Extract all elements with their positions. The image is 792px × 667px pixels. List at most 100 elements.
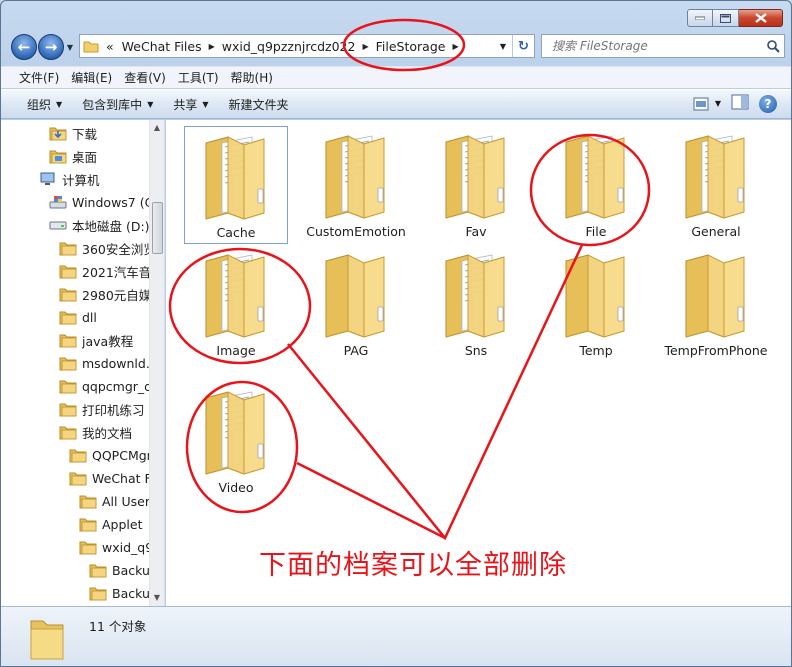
organize-label: 组织 bbox=[27, 97, 52, 112]
chevron-down-icon: ▼ bbox=[147, 99, 154, 109]
tree-item-label: QQPCMgr bbox=[92, 447, 152, 463]
breadcrumb-filestorage[interactable]: FileStorage bbox=[372, 35, 450, 57]
maximize-button[interactable] bbox=[713, 9, 739, 27]
tree-item[interactable]: 打印机练习 bbox=[59, 399, 145, 419]
folder-icon bbox=[59, 332, 77, 348]
search-box[interactable] bbox=[541, 34, 785, 58]
tree-item[interactable]: 计算机 bbox=[39, 169, 100, 189]
drive-icon bbox=[49, 217, 67, 233]
back-button[interactable]: ← bbox=[11, 34, 37, 60]
folder-icon bbox=[59, 263, 77, 279]
tree-item[interactable]: 360安全浏览 bbox=[59, 238, 156, 258]
folder-label: Cache bbox=[216, 225, 256, 240]
folder-item[interactable]: Cache bbox=[184, 126, 288, 244]
tree-item[interactable]: qqpcmgr_do bbox=[59, 376, 160, 396]
download-folder-icon bbox=[49, 125, 67, 141]
organize-button[interactable]: 组织 ▼ bbox=[19, 96, 70, 113]
tree-item[interactable]: 下载 bbox=[49, 123, 97, 143]
folder-icon bbox=[325, 135, 385, 219]
help-icon[interactable]: ? bbox=[759, 94, 777, 113]
refresh-button[interactable]: ↻ bbox=[512, 35, 534, 57]
address-bar[interactable]: « WeChat Files ▶ wxid_q9pzznjrcdz022 ▶ F… bbox=[79, 34, 535, 58]
nav-scrollbar[interactable]: ▲ ▼ bbox=[149, 120, 164, 606]
menu-view[interactable]: 查看(V) bbox=[118, 69, 172, 86]
view-controls: ▼ ? bbox=[693, 94, 777, 113]
chevron-down-icon: ▼ bbox=[66, 42, 74, 52]
tree-item[interactable]: Backup bbox=[89, 560, 158, 580]
annotation-text: 下面的档案可以全部删除 bbox=[259, 550, 567, 581]
folder-item[interactable]: Sns bbox=[424, 245, 528, 363]
menu-tools[interactable]: 工具(T) bbox=[172, 69, 225, 86]
menu-file[interactable]: 文件(F) bbox=[13, 69, 65, 86]
change-view-button[interactable]: ▼ bbox=[693, 97, 721, 111]
new-folder-label: 新建文件夹 bbox=[228, 97, 289, 112]
breadcrumb-wechat-files[interactable]: WeChat Files bbox=[118, 35, 206, 57]
folder-item[interactable]: PAG bbox=[304, 245, 408, 363]
close-button[interactable] bbox=[739, 9, 783, 27]
folder-icon bbox=[325, 254, 385, 338]
tree-item[interactable]: Backup bbox=[89, 583, 158, 603]
folder-label: Temp bbox=[579, 343, 613, 358]
recent-pages-dropdown[interactable]: ▼ bbox=[65, 34, 75, 60]
tree-item[interactable]: All Users bbox=[79, 491, 156, 511]
folder-item[interactable]: Image bbox=[184, 245, 288, 363]
preview-pane-button[interactable] bbox=[731, 94, 749, 113]
navigation-pane: 下载 桌面 计算机 Windows7 (C: 本地磁盘 (D:) 360安全浏览 2021汽… bbox=[1, 120, 165, 606]
menu-help[interactable]: 帮助(H) bbox=[225, 69, 279, 86]
folder-icon bbox=[565, 135, 625, 219]
tree-item[interactable]: java教程 bbox=[59, 330, 133, 350]
folder-label: File bbox=[585, 224, 607, 239]
scroll-up-icon[interactable]: ▲ bbox=[150, 120, 164, 136]
forward-arrow-icon: → bbox=[44, 38, 58, 56]
folder-icon bbox=[69, 447, 87, 463]
tree-item[interactable]: QQPCMgr bbox=[69, 445, 152, 465]
folder-item[interactable]: Video bbox=[184, 382, 288, 500]
folder-icon bbox=[445, 254, 505, 338]
breadcrumb-wxid[interactable]: wxid_q9pzznjrcdz022 bbox=[218, 35, 360, 57]
tree-item-label: Applet bbox=[102, 516, 143, 532]
folder-item[interactable]: General bbox=[664, 126, 768, 244]
minimize-icon bbox=[695, 16, 705, 20]
folder-icon bbox=[59, 240, 77, 256]
share-button[interactable]: 共享 ▼ bbox=[165, 96, 216, 113]
view-icon bbox=[693, 97, 709, 110]
forward-button[interactable]: → bbox=[38, 34, 64, 60]
breadcrumb-separator-icon[interactable]: ▶ bbox=[206, 42, 218, 51]
breadcrumb-overflow[interactable]: « bbox=[102, 35, 118, 57]
tree-item[interactable]: Windows7 (C: bbox=[49, 192, 158, 212]
breadcrumb-separator-icon[interactable]: ▶ bbox=[359, 42, 371, 51]
address-history-dropdown[interactable]: ▼ bbox=[494, 42, 512, 51]
folder-icon bbox=[205, 391, 265, 475]
share-label: 共享 bbox=[173, 97, 198, 112]
folder-icon bbox=[89, 562, 107, 578]
scroll-thumb[interactable] bbox=[152, 202, 163, 254]
new-folder-button[interactable]: 新建文件夹 bbox=[221, 96, 297, 113]
minimize-button[interactable] bbox=[687, 9, 713, 27]
chevron-down-icon: ▼ bbox=[202, 99, 209, 109]
folder-item[interactable]: TempFromPhone bbox=[664, 245, 768, 363]
include-in-library-button[interactable]: 包含到库中 ▼ bbox=[74, 96, 161, 113]
folder-icon bbox=[685, 254, 745, 338]
tree-item[interactable]: Applet bbox=[79, 514, 143, 534]
folder-label: PAG bbox=[343, 343, 369, 358]
include-library-label: 包含到库中 bbox=[82, 97, 143, 112]
menu-edit[interactable]: 编辑(E) bbox=[65, 69, 118, 86]
tree-item[interactable]: dll bbox=[59, 307, 97, 327]
tree-item[interactable]: 本地磁盘 (D:) bbox=[49, 215, 150, 235]
folder-item[interactable]: Temp bbox=[544, 245, 648, 363]
scroll-down-icon[interactable]: ▼ bbox=[150, 590, 164, 606]
folder-item[interactable]: File bbox=[544, 126, 648, 244]
search-icon[interactable] bbox=[762, 39, 784, 53]
system-drive-icon bbox=[49, 194, 67, 210]
close-icon bbox=[754, 13, 767, 23]
tree-item[interactable]: 桌面 bbox=[49, 146, 97, 166]
folder-item[interactable]: Fav bbox=[424, 126, 528, 244]
back-arrow-icon: ← bbox=[17, 38, 31, 56]
tree-item[interactable]: WeChat Fi bbox=[69, 468, 154, 488]
breadcrumb-separator-icon[interactable]: ▶ bbox=[449, 42, 461, 51]
search-input[interactable] bbox=[552, 39, 762, 53]
folder-icon bbox=[80, 35, 102, 57]
tree-item[interactable]: 我的文档 bbox=[59, 422, 132, 442]
preview-pane-icon bbox=[731, 94, 749, 110]
folder-item[interactable]: CustomEmotion bbox=[304, 126, 408, 244]
